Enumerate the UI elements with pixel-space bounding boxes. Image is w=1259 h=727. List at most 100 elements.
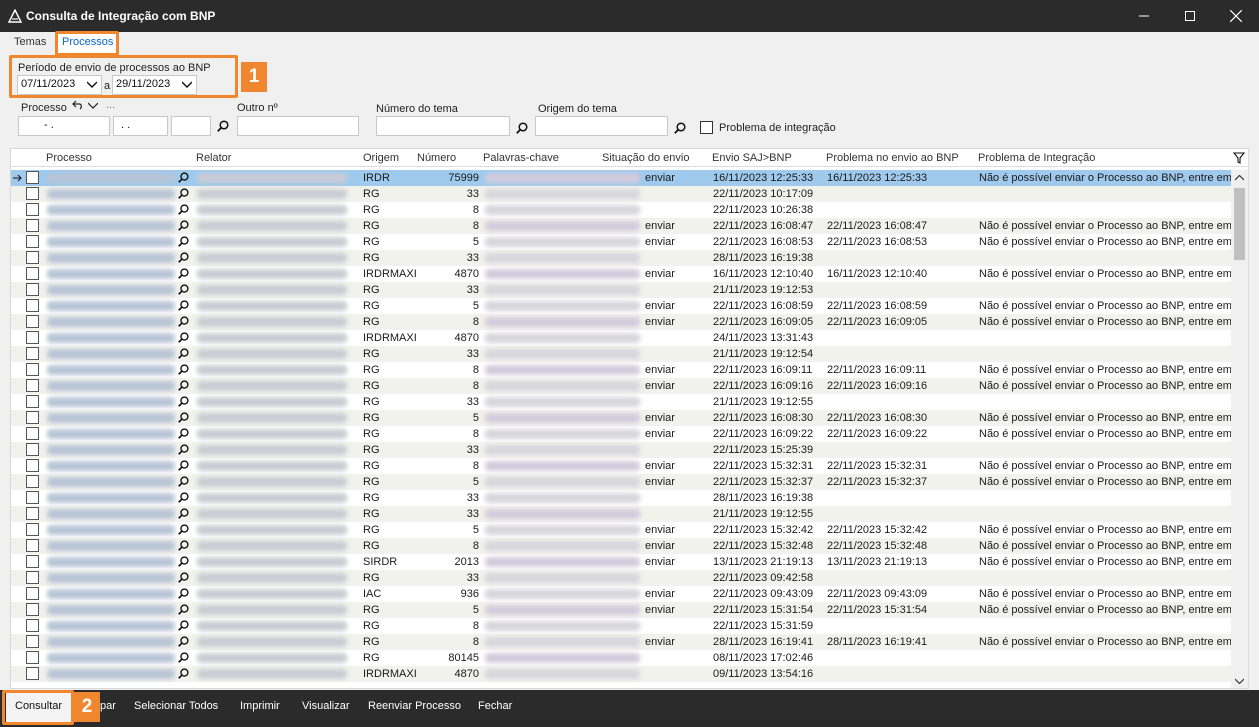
search-icon[interactable] <box>178 188 189 199</box>
row-checkbox[interactable] <box>26 603 39 616</box>
numero-tema-field[interactable] <box>376 116 510 136</box>
row-checkbox[interactable] <box>26 475 39 488</box>
table-row[interactable]: RG 8 enviar 22/11/2023 15:32:31 22/11/2023 1… <box>11 458 1232 474</box>
search-icon[interactable] <box>178 348 189 359</box>
table-row[interactable]: RG 5 enviar 22/11/2023 15:31:54 22/11/2023 1… <box>11 602 1232 618</box>
search-icon[interactable] <box>178 380 189 391</box>
row-checkbox[interactable] <box>26 443 39 456</box>
search-icon[interactable] <box>178 252 189 263</box>
origem-tema-field[interactable] <box>535 116 668 136</box>
row-checkbox[interactable] <box>26 395 39 408</box>
search-icon[interactable] <box>178 364 189 375</box>
search-icon[interactable] <box>178 220 189 231</box>
fechar-button[interactable]: Fechar <box>478 700 512 712</box>
scroll-down-icon[interactable] <box>1235 678 1244 684</box>
search-icon[interactable] <box>178 172 189 183</box>
table-row[interactable]: RG 8 22/11/2023 15:31:59 <box>11 618 1232 634</box>
table-row[interactable]: IRDRMAXI 4870 24/11/2023 13:31:43 <box>11 330 1232 346</box>
maximize-button[interactable] <box>1167 0 1213 32</box>
table-row[interactable]: RG 8 enviar 28/11/2023 16:19:41 28/11/2023 1… <box>11 634 1232 650</box>
search-icon[interactable] <box>178 668 189 679</box>
vertical-scrollbar[interactable] <box>1231 170 1248 688</box>
row-checkbox[interactable] <box>26 491 39 504</box>
chevron-down-icon[interactable] <box>88 102 98 109</box>
search-icon[interactable] <box>178 444 189 455</box>
table-row[interactable]: RG 33 22/11/2023 09:42:58 <box>11 570 1232 586</box>
col-palavras-chave[interactable]: Palavras-chave <box>483 152 559 164</box>
search-icon[interactable] <box>178 556 189 567</box>
table-row[interactable]: IRDRMAXI 4870 enviar 16/11/2023 12:10:40 16/… <box>11 266 1232 282</box>
table-row[interactable]: RG 8 enviar 22/11/2023 16:09:16 22/11/2023 1… <box>11 378 1232 394</box>
row-checkbox[interactable] <box>26 667 39 680</box>
search-icon[interactable] <box>674 122 686 134</box>
table-row[interactable]: IRDR 75999 enviar 16/11/2023 12:25:33 16/11/… <box>11 170 1232 186</box>
col-processo[interactable]: Processo <box>46 152 92 164</box>
row-checkbox[interactable] <box>26 587 39 600</box>
row-checkbox[interactable] <box>26 635 39 648</box>
row-checkbox[interactable] <box>26 187 39 200</box>
outro-field[interactable] <box>237 116 359 136</box>
search-icon[interactable] <box>178 476 189 487</box>
search-icon[interactable] <box>178 428 189 439</box>
table-row[interactable]: RG 8 enviar 22/11/2023 16:09:05 22/11/2023 1… <box>11 314 1232 330</box>
filter-icon[interactable] <box>1233 152 1245 164</box>
table-row[interactable]: RG 8 enviar 22/11/2023 15:32:48 22/11/2023 1… <box>11 538 1232 554</box>
processo-field-2[interactable]: . . <box>113 116 168 136</box>
search-icon[interactable] <box>178 604 189 615</box>
row-checkbox[interactable] <box>26 539 39 552</box>
problema-checkbox[interactable] <box>700 121 713 134</box>
search-icon[interactable] <box>178 492 189 503</box>
row-checkbox[interactable] <box>26 203 39 216</box>
row-checkbox[interactable] <box>26 459 39 472</box>
col-problema-integracao[interactable]: Problema de Integração <box>978 152 1095 164</box>
row-checkbox[interactable] <box>26 651 39 664</box>
search-icon[interactable] <box>178 268 189 279</box>
row-checkbox[interactable] <box>26 283 39 296</box>
search-icon[interactable] <box>178 460 189 471</box>
row-checkbox[interactable] <box>26 315 39 328</box>
limpar-button[interactable]: par <box>100 700 116 712</box>
search-icon[interactable] <box>178 508 189 519</box>
undo-icon[interactable] <box>72 100 84 110</box>
search-icon[interactable] <box>178 540 189 551</box>
table-row[interactable]: RG 5 enviar 22/11/2023 15:32:37 22/11/2023 1… <box>11 474 1232 490</box>
row-checkbox[interactable] <box>26 363 39 376</box>
selecionar-todos-button[interactable]: Selecionar Todos <box>134 700 218 712</box>
col-problema-envio[interactable]: Problema no envio ao BNP <box>826 152 959 164</box>
search-icon[interactable] <box>178 316 189 327</box>
table-row[interactable]: RG 8 enviar 22/11/2023 16:08:47 22/11/2023 1… <box>11 218 1232 234</box>
visualizar-button[interactable]: Visualizar <box>302 700 350 712</box>
col-origem[interactable]: Origem <box>363 152 399 164</box>
row-checkbox[interactable] <box>26 427 39 440</box>
table-row[interactable]: RG 33 28/11/2023 16:19:38 <box>11 250 1232 266</box>
more-options[interactable]: ... <box>106 99 115 111</box>
row-checkbox[interactable] <box>26 331 39 344</box>
imprimir-button[interactable]: Imprimir <box>240 700 280 712</box>
table-row[interactable]: IAC 936 enviar 22/11/2023 09:43:09 22/11/202… <box>11 586 1232 602</box>
search-icon[interactable] <box>516 122 528 134</box>
minimize-button[interactable] <box>1121 0 1167 32</box>
table-row[interactable]: RG 33 28/11/2023 16:19:38 <box>11 490 1232 506</box>
col-numero[interactable]: Número <box>417 152 456 164</box>
search-icon[interactable] <box>178 396 189 407</box>
search-icon[interactable] <box>178 300 189 311</box>
table-row[interactable]: RG 33 22/11/2023 15:25:39 <box>11 442 1232 458</box>
search-icon[interactable] <box>178 204 189 215</box>
table-row[interactable]: RG 33 21/11/2023 19:12:53 <box>11 282 1232 298</box>
search-icon[interactable] <box>178 572 189 583</box>
table-row[interactable]: RG 5 enviar 22/11/2023 16:08:53 22/11/2023 1… <box>11 234 1232 250</box>
row-checkbox[interactable] <box>26 267 39 280</box>
table-row[interactable]: SIRDR 2013 enviar 13/11/2023 21:19:13 13/11/… <box>11 554 1232 570</box>
search-icon[interactable] <box>178 284 189 295</box>
row-checkbox[interactable] <box>26 379 39 392</box>
row-checkbox[interactable] <box>26 235 39 248</box>
search-icon[interactable] <box>178 588 189 599</box>
search-icon[interactable] <box>178 332 189 343</box>
processo-field[interactable]: - . <box>18 116 110 136</box>
search-icon[interactable] <box>178 524 189 535</box>
search-icon[interactable] <box>178 636 189 647</box>
scrollbar-thumb[interactable] <box>1234 188 1245 260</box>
row-checkbox[interactable] <box>26 619 39 632</box>
row-checkbox[interactable] <box>26 523 39 536</box>
table-row[interactable]: RG 33 22/11/2023 10:17:09 <box>11 186 1232 202</box>
